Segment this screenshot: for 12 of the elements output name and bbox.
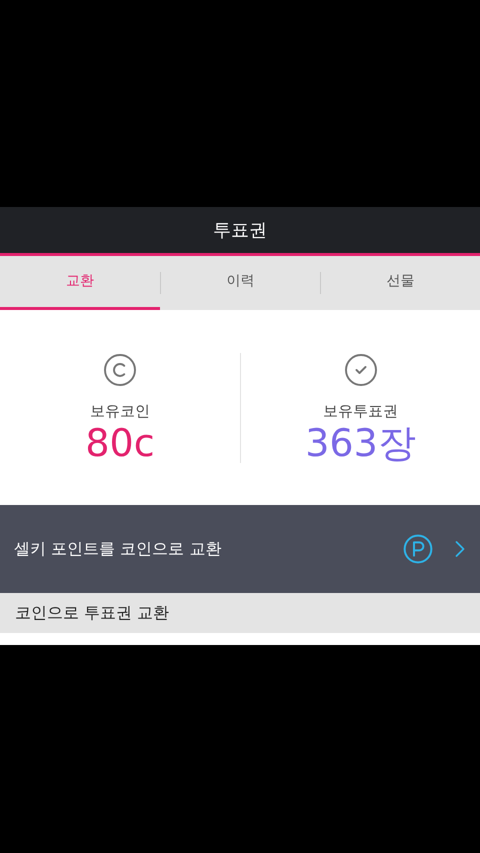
- tab[interactable]: 이력: [161, 256, 320, 310]
- tab[interactable]: 선물: [321, 256, 480, 310]
- stat-label: 보유코인: [90, 401, 150, 422]
- stat-label: 보유투표권: [323, 401, 398, 422]
- stat-value: 363장: [305, 422, 416, 463]
- stat-value: 80c: [85, 422, 155, 463]
- parking-icon: [402, 533, 434, 565]
- copyright-icon: [102, 352, 138, 388]
- check-icon: [342, 352, 378, 388]
- exchange-banner[interactable]: 셀키 포인트를 코인으로 교환: [0, 505, 480, 593]
- page-title: 투표권: [213, 218, 267, 242]
- section-title: 코인으로 투표권 교환: [15, 602, 170, 624]
